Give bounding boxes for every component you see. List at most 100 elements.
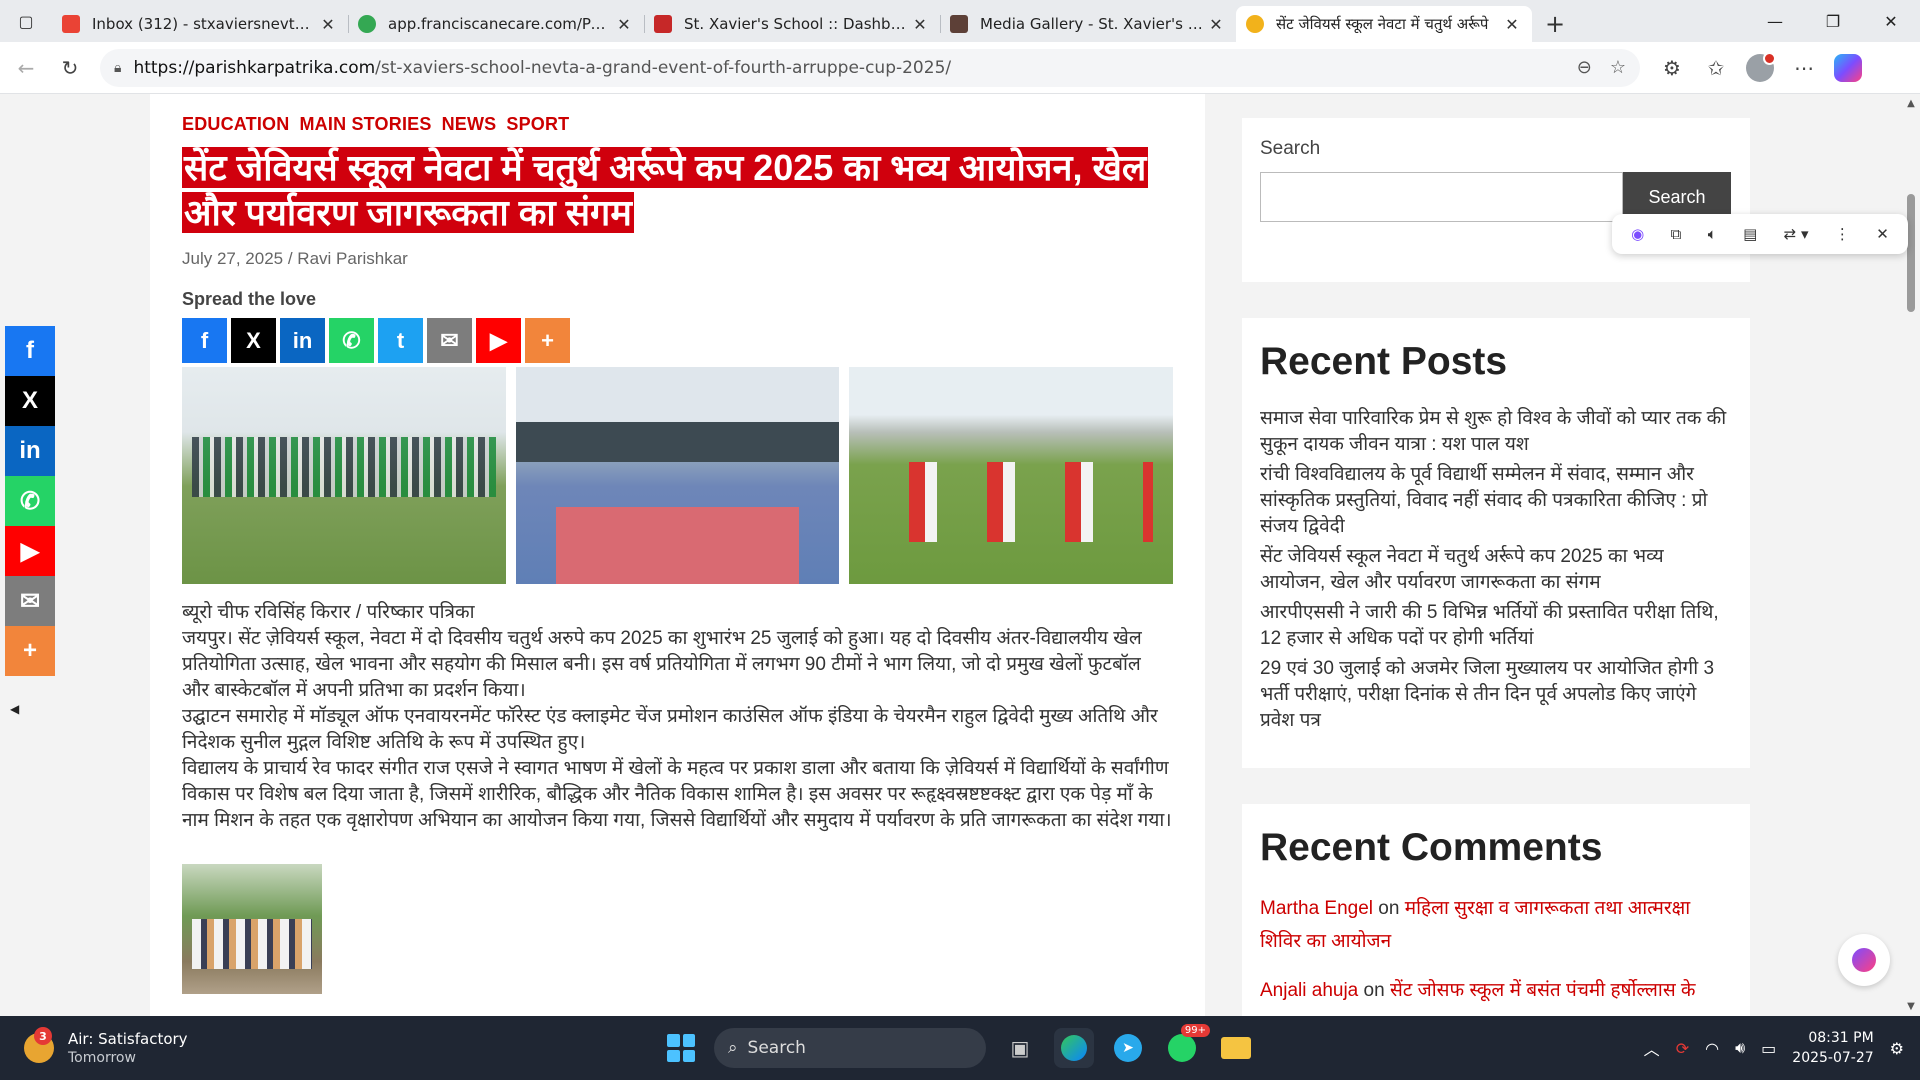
summarize-icon[interactable]: ▤	[1743, 225, 1757, 243]
scrollbar-thumb[interactable]	[1907, 194, 1915, 312]
chevron-up-icon[interactable]: ︿	[1644, 1036, 1660, 1060]
reader-icon[interactable]: ⊖	[1577, 57, 1592, 78]
close-window-icon[interactable]: ✕	[1862, 0, 1920, 42]
tab-media-gallery[interactable]: Media Gallery - St. Xavier's Schoo ✕	[940, 6, 1236, 42]
tab-dashboard[interactable]: St. Xavier's School :: Dashboard ✕	[644, 6, 940, 42]
photo-tree-plantation[interactable]	[182, 864, 322, 994]
comment-author[interactable]: Martha Engel	[1260, 898, 1373, 919]
gmail-icon	[62, 15, 80, 33]
close-mini-toolbar-icon[interactable]: ✕	[1876, 225, 1889, 243]
edge-icon[interactable]	[1054, 1028, 1094, 1068]
rail-more-button[interactable]: +	[5, 626, 55, 676]
wifi-icon[interactable]: ◠	[1705, 1039, 1719, 1058]
scroll-up-icon[interactable]: ▲	[1904, 98, 1918, 109]
clock-date: 2025-07-27	[1792, 1050, 1874, 1066]
share-facebook-button[interactable]: f	[182, 318, 227, 363]
rail-youtube-button[interactable]: ▶	[5, 526, 55, 576]
share-linkedin-button[interactable]: in	[280, 318, 325, 363]
copilot-floating-button[interactable]	[1838, 934, 1890, 986]
comment-author[interactable]: Anjali ahuja	[1260, 980, 1358, 1001]
start-button[interactable]	[662, 1029, 700, 1067]
copy-icon[interactable]: ⧉	[1671, 225, 1682, 243]
favorite-star-icon[interactable]: ☆	[1610, 57, 1626, 78]
close-tab-icon[interactable]: ✕	[614, 15, 634, 34]
restore-icon[interactable]: ❐	[1804, 0, 1862, 42]
profile-avatar[interactable]	[1738, 46, 1782, 90]
category-education[interactable]: EDUCATION	[182, 114, 289, 135]
tab-title: सेंट जेवियर्स स्कूल नेवटा में चतुर्थ अर्…	[1276, 15, 1489, 33]
task-view-icon[interactable]: ▣	[1000, 1028, 1040, 1068]
rail-email-button[interactable]: ✉	[5, 576, 55, 626]
weather-widget[interactable]: 3 Air: Satisfactory Tomorrow	[24, 1027, 284, 1066]
translate-icon[interactable]: ⇄ ▾	[1784, 225, 1809, 243]
whatsapp-icon: ✆	[19, 487, 41, 515]
rail-linkedin-button[interactable]: in	[5, 426, 55, 476]
new-tab-button[interactable]: +	[1532, 6, 1578, 42]
notification-icon[interactable]: ⚙	[1890, 1039, 1904, 1058]
battery-icon[interactable]: ▭	[1761, 1039, 1776, 1058]
category-main-stories[interactable]: MAIN STORIES	[299, 114, 431, 135]
copilot-mini-icon[interactable]: ◉	[1631, 225, 1644, 243]
back-icon[interactable]: ←	[4, 46, 48, 90]
minimize-icon[interactable]: —	[1746, 0, 1804, 42]
category-news[interactable]: NEWS	[442, 114, 497, 135]
close-tab-icon[interactable]: ✕	[1206, 15, 1226, 34]
share-more-button[interactable]: +	[525, 318, 570, 363]
sync-icon[interactable]: ⟳	[1676, 1039, 1689, 1058]
school-icon	[654, 15, 672, 33]
refresh-icon[interactable]: ↻	[48, 46, 92, 90]
whatsapp-icon[interactable]: 99+	[1162, 1024, 1210, 1068]
more-vertical-icon[interactable]: ⋮	[1835, 225, 1850, 243]
tab-gmail[interactable]: Inbox (312) - stxaviersnevta.xpc@ ✕	[52, 6, 348, 42]
recent-post-link[interactable]: रांची विश्वविद्यालय के पूर्व विद्यार्थी …	[1260, 462, 1732, 540]
volume-icon[interactable]: 🔊︎	[1735, 1038, 1745, 1058]
share-email-button[interactable]: ✉	[427, 318, 472, 363]
address-bar[interactable]: 🔒︎ https://parishkarpatrika.com/st-xavie…	[100, 48, 1640, 87]
share-twitter-button[interactable]: t	[378, 318, 423, 363]
recent-post-link[interactable]: सेंट जेवियर्स स्कूल नेवटा में चतुर्थ अर्…	[1260, 544, 1732, 596]
recent-post-link[interactable]: समाज सेवा पारिवारिक प्रेम से शुरू हो विश…	[1260, 406, 1732, 458]
telegram-icon[interactable]: ➤	[1108, 1028, 1148, 1068]
close-tab-icon[interactable]: ✕	[318, 15, 338, 34]
tab-franciscan[interactable]: app.franciscanecare.com/Portal/D ✕	[348, 6, 644, 42]
recent-post-link[interactable]: 29 एवं 30 जुलाई को अजमेर जिला मुख्यालय प…	[1260, 656, 1732, 734]
photo-dance-performance[interactable]	[849, 367, 1174, 584]
extensions-icon[interactable]: ⚙	[1650, 46, 1694, 90]
scroll-down-icon[interactable]: ▼	[1904, 1001, 1918, 1012]
taskbar-search[interactable]: ⌕ Search	[714, 1028, 986, 1068]
weather-when: Tomorrow	[68, 1050, 136, 1066]
search-input[interactable]	[1260, 172, 1623, 222]
x-icon: X	[21, 387, 38, 414]
lock-icon[interactable]: 🔒︎	[114, 60, 121, 76]
favorites-icon[interactable]: ✩	[1694, 46, 1738, 90]
hide-rail-icon[interactable]: ◀	[10, 702, 55, 716]
recent-post-link[interactable]: आरपीएससी ने जारी की 5 विभिन्न भर्तियों क…	[1260, 600, 1732, 652]
rail-x-button[interactable]: X	[5, 376, 55, 426]
file-explorer-icon[interactable]	[1216, 1028, 1256, 1068]
smiley-icon	[1246, 15, 1264, 33]
rail-facebook-button[interactable]: f	[5, 326, 55, 376]
read-aloud-icon[interactable]: 🔈︎	[1708, 225, 1717, 243]
share-x-button[interactable]: X	[231, 318, 276, 363]
tab-actions-icon[interactable]: ▢	[0, 0, 52, 42]
copilot-icon[interactable]	[1826, 46, 1870, 90]
share-youtube-button[interactable]: ▶	[476, 318, 521, 363]
photo-basketball-court[interactable]	[515, 367, 840, 584]
comment-post-link[interactable]: सेंट जोसफ स्कूल में बसंत पंचमी हर्षोल्ला…	[1390, 980, 1696, 1001]
category-sport[interactable]: SPORT	[506, 114, 569, 135]
photo-group-players[interactable]	[182, 367, 506, 584]
taskbar-apps: ⌕ Search ▣ ➤ 99+	[662, 1016, 1256, 1080]
rail-whatsapp-button[interactable]: ✆	[5, 476, 55, 526]
share-whatsapp-button[interactable]: ✆	[329, 318, 374, 363]
weather-icon: 3	[24, 1027, 54, 1063]
tab-title: app.franciscanecare.com/Portal/D	[388, 15, 614, 33]
close-tab-icon[interactable]: ✕	[1502, 15, 1522, 34]
more-options-icon[interactable]: ⋯	[1782, 46, 1826, 90]
article-byline: ब्यूरो चीफ रविसिंह किरार / परिष्कार पत्र…	[182, 602, 475, 623]
windows-taskbar: 3 Air: Satisfactory Tomorrow ⌕ Search ▣ ➤…	[0, 1016, 1920, 1080]
clock[interactable]: 08:31 PM 2025-07-27	[1792, 1028, 1873, 1068]
tab-article[interactable]: सेंट जेवियर्स स्कूल नेवटा में चतुर्थ अर्…	[1236, 6, 1532, 42]
system-tray: ︿ ⟳ ◠ 🔊︎ ▭ 08:31 PM 2025-07-27 ⚙	[1644, 1016, 1904, 1080]
close-tab-icon[interactable]: ✕	[910, 15, 930, 34]
search-label: Search	[1260, 138, 1321, 159]
